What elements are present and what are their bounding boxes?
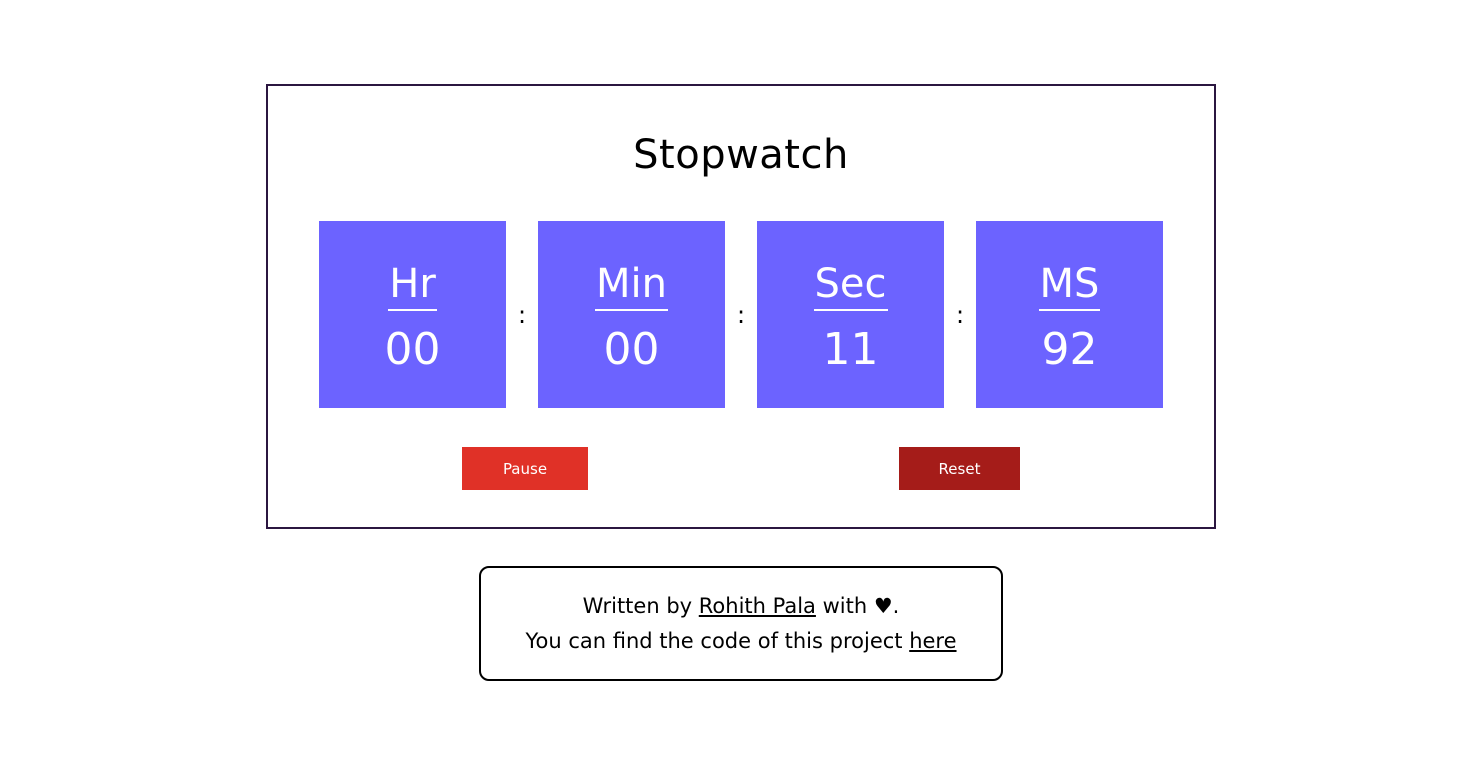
time-display: Hr 00 : Min 00 : Sec 11 : MS 92 — [319, 221, 1163, 408]
seconds-label: Sec — [757, 260, 944, 311]
credit-text-suffix: with ♥. — [815, 594, 900, 618]
minutes-label: Min — [538, 260, 725, 311]
separator: : — [955, 301, 965, 329]
hours-value: 00 — [384, 324, 441, 375]
separator: : — [517, 301, 527, 329]
minutes-box: Min 00 — [538, 221, 725, 408]
code-link[interactable]: here — [909, 629, 956, 653]
milliseconds-value: 92 — [1041, 324, 1098, 375]
code-text: You can find the code of this project — [525, 629, 910, 653]
stopwatch-card: Stopwatch Hr 00 : Min 00 : Sec 11 : MS 9… — [266, 84, 1216, 529]
seconds-value: 11 — [822, 324, 879, 375]
author-link[interactable]: Rohith Pala — [699, 594, 816, 618]
credit-line-1: Written by Rohith Pala with ♥. — [481, 589, 1001, 624]
credit-line-2: You can find the code of this project he… — [481, 624, 1001, 659]
credit-text-prefix: Written by — [582, 594, 699, 618]
reset-button[interactable]: Reset — [899, 447, 1020, 490]
minutes-value: 00 — [603, 324, 660, 375]
hours-label: Hr — [319, 260, 506, 311]
milliseconds-box: MS 92 — [976, 221, 1163, 408]
page-title: Stopwatch — [633, 132, 849, 178]
pause-button[interactable]: Pause — [462, 447, 588, 490]
credit-text: Written by Rohith Pala with ♥. You can f… — [481, 589, 1001, 659]
milliseconds-label: MS — [976, 260, 1163, 311]
hours-box: Hr 00 — [319, 221, 506, 408]
separator: : — [736, 301, 746, 329]
credit-box: Written by Rohith Pala with ♥. You can f… — [479, 566, 1003, 681]
seconds-box: Sec 11 — [757, 221, 944, 408]
